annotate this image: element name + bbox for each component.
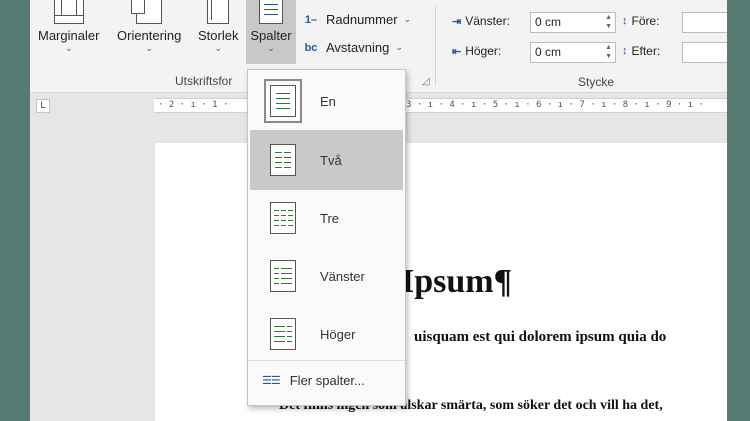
columns-icon	[259, 0, 283, 24]
columns-option-three[interactable]: Tre	[250, 190, 403, 246]
two-columns-icon	[270, 144, 296, 176]
menu-divider	[248, 360, 405, 361]
right-column-icon	[270, 318, 296, 350]
horizontal-ruler[interactable]: · 2 · ı · 1 · 3 · ı · 4 · ı · 5 · ı · 6 …	[154, 98, 727, 113]
line-numbers-button[interactable]: 1– Radnummer ⌄	[302, 12, 411, 27]
spinner-arrows-icon[interactable]: ▲ ▼	[605, 13, 612, 31]
columns-option-two[interactable]: Två	[250, 130, 403, 190]
chevron-down-icon: ⌄	[214, 43, 222, 53]
more-columns-label: Fler spalter...	[289, 373, 365, 388]
hyphenation-icon: bc	[304, 41, 318, 54]
page-setup-group-label: Utskriftsfor	[175, 74, 233, 88]
spinner-arrows-icon[interactable]: ▲ ▼	[605, 43, 612, 61]
orientation-label: Orientering	[117, 28, 182, 43]
indent-right-icon: ⇤	[452, 45, 462, 58]
tab-selector-button[interactable]: L	[36, 99, 50, 113]
hyphenation-label: Avstavning	[326, 40, 390, 55]
one-column-icon	[264, 79, 302, 123]
chevron-down-icon: ⌄	[267, 43, 275, 53]
columns-option-left[interactable]: Vänster	[250, 248, 403, 304]
spacing-after-label: ↕ Efter:	[622, 44, 661, 58]
size-icon	[207, 0, 230, 24]
margins-icon	[53, 0, 84, 24]
columns-label: Spalter	[250, 28, 292, 43]
columns-dropdown-menu: En Två Tre Vänster Höger ☰☰ Fler spalter…	[247, 69, 406, 406]
columns-option-label: Höger	[320, 326, 356, 342]
line-numbers-label: Radnummer	[326, 12, 398, 27]
margins-button[interactable]: Marginaler ⌄	[38, 0, 99, 64]
paragraph-group-label: Stycke	[578, 75, 615, 89]
document-paragraph-line: uisquam est qui dolorem ipsum quia do	[414, 329, 667, 345]
orientation-icon	[131, 0, 163, 24]
ruler-ticks-right: 3 · ı · 4 · ı · 5 · ı · 6 · ı · 7 · ı · …	[406, 100, 705, 110]
orientation-button[interactable]: Orientering ⌄	[117, 0, 181, 64]
document-heading: Ipsum¶	[401, 263, 512, 300]
columns-option-label: Två	[320, 152, 342, 168]
hyphenation-button[interactable]: bc Avstavning ⌄	[302, 40, 403, 55]
columns-option-label: Tre	[320, 210, 340, 226]
more-columns-button[interactable]: ☰☰ Fler spalter...	[262, 373, 365, 388]
indent-left-label: ⇥ Vänster:	[452, 14, 510, 28]
spacing-before-field[interactable]	[682, 12, 727, 33]
chevron-down-icon: ⌄	[64, 43, 73, 53]
document-page[interactable]: Ipsum¶ uisquam est qui dolorem ipsum qui…	[155, 143, 727, 421]
dialog-launcher-icon[interactable]: ◿	[422, 76, 430, 87]
chevron-down-icon: ⌄	[145, 43, 153, 53]
size-button[interactable]: Storlek ⌄	[198, 0, 238, 64]
spacing-before-icon: ↕	[622, 15, 628, 27]
columns-option-one[interactable]: En	[250, 73, 403, 129]
chevron-down-icon: ⌄	[395, 42, 403, 52]
ruler-ticks-left: · 2 · ı · 1 ·	[158, 100, 229, 110]
indent-left-icon: ⇥	[452, 15, 462, 28]
margins-label: Marginaler	[38, 28, 100, 43]
spacing-before-label: ↕ Före:	[622, 14, 660, 28]
spacing-after-icon: ↕	[622, 45, 628, 57]
group-divider	[435, 6, 436, 86]
chevron-down-icon: ⌄	[403, 14, 412, 24]
line-numbers-icon: 1–	[304, 13, 318, 26]
columns-button[interactable]: Spalter ⌄	[246, 0, 296, 64]
columns-option-label: Vänster	[320, 268, 365, 284]
indent-right-field[interactable]: 0 cm ▲ ▼	[530, 42, 616, 63]
left-column-icon	[270, 260, 296, 292]
columns-option-right[interactable]: Höger	[250, 306, 403, 362]
indent-left-field[interactable]: 0 cm ▲ ▼	[530, 12, 616, 33]
three-columns-icon	[270, 202, 296, 234]
size-label: Storlek	[198, 28, 239, 43]
indent-right-label: ⇤ Höger:	[452, 44, 502, 58]
more-columns-icon: ☰☰	[262, 375, 281, 387]
columns-option-label: En	[320, 93, 336, 109]
word-window: Marginaler ⌄ Orientering ⌄ Storlek ⌄ Spa…	[30, 0, 727, 421]
spacing-after-field[interactable]	[682, 42, 727, 63]
